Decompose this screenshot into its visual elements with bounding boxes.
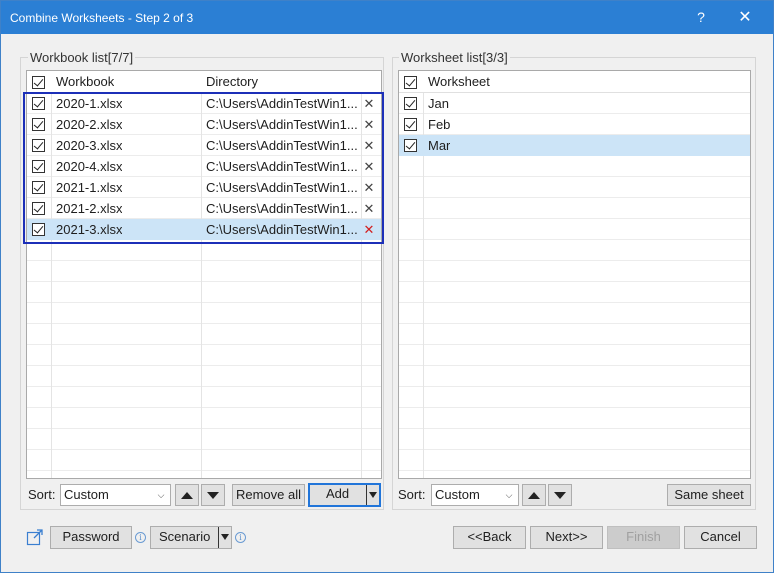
- chevron-down-icon: ⌵: [157, 490, 165, 500]
- row-checkbox[interactable]: [32, 139, 45, 152]
- table-row[interactable]: 2021-1.xlsx C:\Users\AddinTestWin1... ✕: [27, 177, 381, 198]
- title-bar: Combine Worksheets - Step 2 of 3 ? ✕: [1, 1, 773, 34]
- remove-icon[interactable]: ✕: [362, 198, 376, 219]
- workbook-sort-select[interactable]: Custom ⌵: [60, 484, 171, 506]
- select-all-worksheets-checkbox[interactable]: [404, 76, 417, 89]
- workbook-name: 2020-3.xlsx: [56, 138, 123, 153]
- workbook-column-header[interactable]: Workbook: [56, 71, 114, 93]
- workbook-name: 2020-4.xlsx: [56, 159, 123, 174]
- workbook-directory: C:\Users\AddinTestWin1...: [206, 180, 358, 195]
- worksheet-sort-value: Custom: [435, 487, 480, 502]
- add-dropdown-arrow[interactable]: [366, 485, 379, 505]
- workbook-name: 2021-1.xlsx: [56, 180, 123, 195]
- cancel-button[interactable]: Cancel: [684, 526, 757, 549]
- table-row[interactable]: 2020-4.xlsx C:\Users\AddinTestWin1... ✕: [27, 156, 381, 177]
- workbook-sort-value: Custom: [64, 487, 109, 502]
- info-icon[interactable]: i: [135, 532, 146, 543]
- row-checkbox[interactable]: [404, 97, 417, 110]
- remove-icon[interactable]: ✕: [362, 219, 376, 240]
- remove-all-button[interactable]: Remove all: [232, 484, 305, 506]
- workbook-sort-label: Sort:: [28, 487, 56, 502]
- table-row[interactable]: 2020-2.xlsx C:\Users\AddinTestWin1... ✕: [27, 114, 381, 135]
- workbook-directory: C:\Users\AddinTestWin1...: [206, 201, 358, 216]
- worksheet-column-header[interactable]: Worksheet: [428, 71, 490, 93]
- password-button[interactable]: Password: [50, 526, 132, 549]
- arrow-up-icon: [181, 492, 193, 499]
- workbook-grid-header: Workbook Directory: [27, 71, 381, 93]
- workbook-name: 2021-2.xlsx: [56, 201, 123, 216]
- arrow-down-icon: [554, 492, 566, 499]
- row-checkbox[interactable]: [32, 118, 45, 131]
- worksheet-name: Jan: [428, 96, 449, 111]
- table-row[interactable]: 2020-3.xlsx C:\Users\AddinTestWin1... ✕: [27, 135, 381, 156]
- row-checkbox[interactable]: [32, 223, 45, 236]
- select-all-workbooks-checkbox[interactable]: [32, 76, 45, 89]
- share-icon[interactable]: [26, 528, 44, 546]
- workbook-directory: C:\Users\AddinTestWin1...: [206, 222, 358, 237]
- worksheet-grid: Worksheet Jan Feb Mar: [398, 70, 751, 479]
- info-icon[interactable]: i: [235, 532, 246, 543]
- row-checkbox[interactable]: [32, 97, 45, 110]
- back-button[interactable]: <<Back: [453, 526, 526, 549]
- workbook-name: 2020-1.xlsx: [56, 96, 123, 111]
- add-button-label: Add: [326, 486, 350, 501]
- workbook-directory: C:\Users\AddinTestWin1...: [206, 159, 358, 174]
- scenario-button[interactable]: Scenario: [150, 526, 232, 549]
- worksheet-move-up-button[interactable]: [522, 484, 546, 506]
- remove-icon[interactable]: ✕: [362, 177, 376, 198]
- worksheet-sort-label: Sort:: [398, 487, 426, 502]
- workbook-name: 2021-3.xlsx: [56, 222, 123, 237]
- table-row[interactable]: Feb: [399, 114, 750, 135]
- window-title: Combine Worksheets - Step 2 of 3: [10, 11, 194, 25]
- table-row[interactable]: 2021-3.xlsx C:\Users\AddinTestWin1... ✕: [27, 219, 381, 240]
- table-row[interactable]: Mar: [399, 135, 750, 156]
- workbook-directory: C:\Users\AddinTestWin1...: [206, 138, 358, 153]
- worksheet-move-down-button[interactable]: [548, 484, 572, 506]
- help-button[interactable]: ?: [679, 1, 723, 34]
- chevron-down-icon: ⌵: [505, 490, 513, 500]
- table-row[interactable]: 2021-2.xlsx C:\Users\AddinTestWin1... ✕: [27, 198, 381, 219]
- worksheet-sort-select[interactable]: Custom ⌵: [431, 484, 519, 506]
- directory-column-header[interactable]: Directory: [206, 71, 258, 93]
- arrow-up-icon: [528, 492, 540, 499]
- same-sheet-button[interactable]: Same sheet: [667, 484, 751, 506]
- remove-icon[interactable]: ✕: [362, 135, 376, 156]
- combine-worksheets-dialog: Combine Worksheets - Step 2 of 3 ? ✕ Wor…: [0, 0, 774, 573]
- row-checkbox[interactable]: [404, 118, 417, 131]
- remove-icon[interactable]: ✕: [362, 114, 376, 135]
- row-checkbox[interactable]: [404, 139, 417, 152]
- worksheet-list-label: Worksheet list[3/3]: [399, 50, 510, 65]
- workbook-grid: Workbook Directory 2020-1.xlsx C:\Users\A…: [26, 70, 382, 479]
- scenario-dropdown-arrow[interactable]: [218, 527, 231, 548]
- scenario-button-label: Scenario: [159, 529, 211, 544]
- close-button[interactable]: ✕: [723, 1, 767, 34]
- next-button[interactable]: Next>>: [530, 526, 603, 549]
- row-checkbox[interactable]: [32, 160, 45, 173]
- workbook-move-up-button[interactable]: [175, 484, 199, 506]
- finish-button[interactable]: Finish: [607, 526, 680, 549]
- worksheet-name: Mar: [428, 138, 451, 153]
- chevron-down-icon: [221, 534, 229, 540]
- worksheet-name: Feb: [428, 117, 451, 132]
- table-row[interactable]: Jan: [399, 93, 750, 114]
- chevron-down-icon: [369, 492, 377, 498]
- arrow-down-icon: [207, 492, 219, 499]
- workbook-move-down-button[interactable]: [201, 484, 225, 506]
- workbook-directory: C:\Users\AddinTestWin1...: [206, 117, 358, 132]
- table-row[interactable]: 2020-1.xlsx C:\Users\AddinTestWin1... ✕: [27, 93, 381, 114]
- row-checkbox[interactable]: [32, 181, 45, 194]
- add-button[interactable]: Add: [308, 483, 381, 507]
- remove-icon[interactable]: ✕: [362, 156, 376, 177]
- workbook-directory: C:\Users\AddinTestWin1...: [206, 96, 358, 111]
- workbook-name: 2020-2.xlsx: [56, 117, 123, 132]
- remove-icon[interactable]: ✕: [362, 93, 376, 114]
- row-checkbox[interactable]: [32, 202, 45, 215]
- workbook-list-label: Workbook list[7/7]: [28, 50, 136, 65]
- worksheet-grid-header: Worksheet: [399, 71, 750, 93]
